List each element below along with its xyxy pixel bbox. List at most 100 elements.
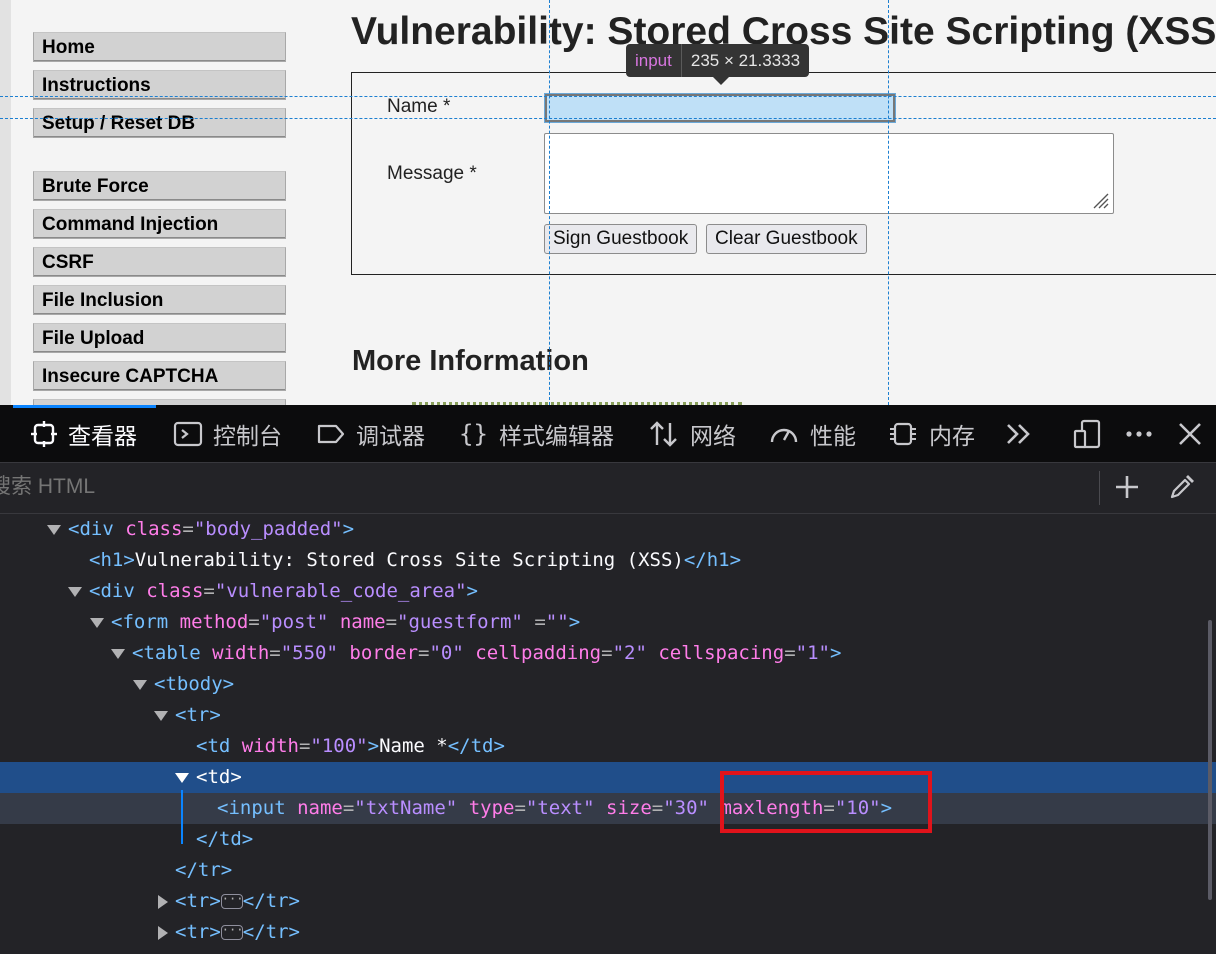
expand-toggle-icon[interactable] [133,680,147,690]
clear-guestbook-button[interactable]: Clear Guestbook [706,224,867,254]
attr-cellpadding-value: "2" [612,642,647,664]
tab-console[interactable]: 控制台 [173,419,282,450]
svg-text:{}: {} [459,420,488,448]
tab-inspector-label: 查看器 [68,424,137,450]
menu-item-home[interactable]: Home [33,32,286,62]
expand-toggle-icon[interactable] [111,649,125,659]
attr-class-value: "body_padded" [193,518,343,540]
responsive-design-icon[interactable] [1073,419,1103,449]
expand-toggle-icon[interactable] [47,525,61,535]
highlight-guide-left [549,0,550,405]
tooltip-tag: input [626,44,682,77]
tab-console-label: 控制台 [213,424,282,450]
tab-debugger-label: 调试器 [356,424,425,450]
attr-size-value: "30" [663,797,709,819]
tree-row-td-selected[interactable]: <td> [0,762,1216,793]
menu-item-file-inclusion[interactable]: File Inclusion [33,285,286,315]
tab-network-label: 网络 [690,424,736,450]
tree-row-tbody-close[interactable]: </tbody> [0,948,1216,954]
attr-width-value: "550" [280,642,338,664]
maxlength-annotation-box [720,771,932,833]
eyedropper-icon[interactable] [1168,473,1196,501]
tree-row-td-name[interactable]: <td width="100">Name *</td> [0,731,1216,762]
menu-item-csrf[interactable]: CSRF [33,247,286,277]
tree-row-div-vulnerable[interactable]: <div class="vulnerable_code_area"> [0,576,1216,607]
element-info-tooltip: input 235 × 21.3333 [626,44,810,85]
sign-guestbook-button[interactable]: Sign Guestbook [544,224,698,254]
active-tab-indicator [13,405,156,408]
devtools-panel: 查看器 控制台 调试器 {} 样式编辑器 网络 性能 内存 搜索 HTML <d… [0,405,1216,954]
tree-row-tr[interactable]: <tr> [0,700,1216,731]
debugger-icon [317,424,345,444]
attr-border-value: "0" [429,642,464,664]
search-separator [1099,471,1100,505]
attr-type-value: "text" [525,797,595,819]
network-icon [650,421,677,447]
attr-empty-value: "" [545,611,569,633]
tab-debugger[interactable]: 调试器 [316,419,425,450]
tab-style-editor-label: 样式编辑器 [499,424,614,450]
search-html-input[interactable] [0,472,1070,502]
markup-scrollbar[interactable] [1208,620,1212,900]
tooltip-arrow [712,76,730,85]
menu-item-file-upload[interactable]: File Upload [33,323,286,353]
ellipsis-badge-icon[interactable]: ··· [220,924,243,940]
attr-method-value: "post" [259,611,329,633]
cut-off-link[interactable] [412,396,742,405]
td-name-text: Name * [379,735,448,757]
tree-row-div-body-padded[interactable]: <div class="body_padded"> [0,514,1216,545]
menu-item-brute-force[interactable]: Brute Force [33,171,286,201]
expand-toggle-icon[interactable] [154,711,168,721]
menu-item-insecure-captcha[interactable]: Insecure CAPTCHA [33,361,286,391]
tree-row-form[interactable]: <form method="post" name="guestform" =""… [0,607,1216,638]
tree-row-tr-collapsed[interactable]: <tr>···</tr> [0,886,1216,917]
menu-item-command-injection[interactable]: Command Injection [33,209,286,239]
attr-cellspacing-value: "1" [795,642,830,664]
markup-tree: <div class="body_padded"> <h1>Vulnerabil… [0,514,1216,954]
h1-text: Vulnerability: Stored Cross Site Scripti… [134,549,684,571]
devtools-toolbar: 查看器 控制台 调试器 {} 样式编辑器 网络 性能 内存 [0,405,1216,463]
tab-network[interactable]: 网络 [648,419,736,450]
attr-class-value: "vulnerable_code_area" [214,580,467,602]
add-node-icon[interactable] [1113,473,1141,501]
html-search-bar [0,463,1216,514]
tree-row-tr-close[interactable]: </tr> [0,855,1216,886]
menu-item-setup[interactable]: Setup / Reset DB [33,108,286,138]
overflow-menu-icon[interactable] [1124,419,1154,449]
expand-toggle-icon[interactable] [90,618,104,628]
close-icon[interactable] [1175,419,1205,449]
expand-toggle-icon[interactable] [68,587,82,597]
collapse-toggle-icon[interactable] [158,926,168,940]
highlight-guide-bottom [0,118,1216,119]
tree-row-table[interactable]: <table width="550" border="0" cellpaddin… [0,638,1216,669]
attr-name-value: "guestform" [397,611,523,633]
tab-memory[interactable]: 内存 [887,419,975,450]
console-icon [173,421,203,447]
attr-width-value: "100" [310,735,368,757]
style-editor-icon: {} [459,420,488,448]
tab-memory-label: 内存 [929,424,975,450]
tree-row-tr-collapsed[interactable]: <tr>···</tr> [0,917,1216,948]
more-tabs-chevron-icon[interactable] [1004,419,1034,449]
message-textarea[interactable] [544,133,1114,214]
memory-icon [890,422,916,446]
name-label: Name * [387,96,451,117]
performance-icon [770,428,798,443]
selected-node-indent-guide [181,790,183,844]
tab-inspector[interactable]: 查看器 [30,419,137,450]
tab-performance[interactable]: 性能 [768,419,856,450]
attr-name-value: "txtName" [354,797,458,819]
tab-performance-label: 性能 [810,424,856,450]
highlight-guide-top [0,96,1216,97]
collapse-toggle-icon[interactable] [158,895,168,909]
resize-grip-icon[interactable] [1091,191,1109,209]
tree-row-tbody[interactable]: <tbody> [0,669,1216,700]
tree-row-h1[interactable]: <h1>Vulnerability: Stored Cross Site Scr… [0,545,1216,576]
ellipsis-badge-icon[interactable]: ··· [220,893,243,909]
expand-toggle-icon[interactable] [175,773,189,783]
more-information-heading: More Information [352,345,589,377]
web-page-viewport: Home Instructions Setup / Reset DB Brute… [0,0,1216,405]
message-label: Message * [387,163,477,184]
tooltip-dimensions: 235 × 21.3333 [690,51,801,70]
tab-style-editor[interactable]: {} 样式编辑器 [459,419,614,450]
